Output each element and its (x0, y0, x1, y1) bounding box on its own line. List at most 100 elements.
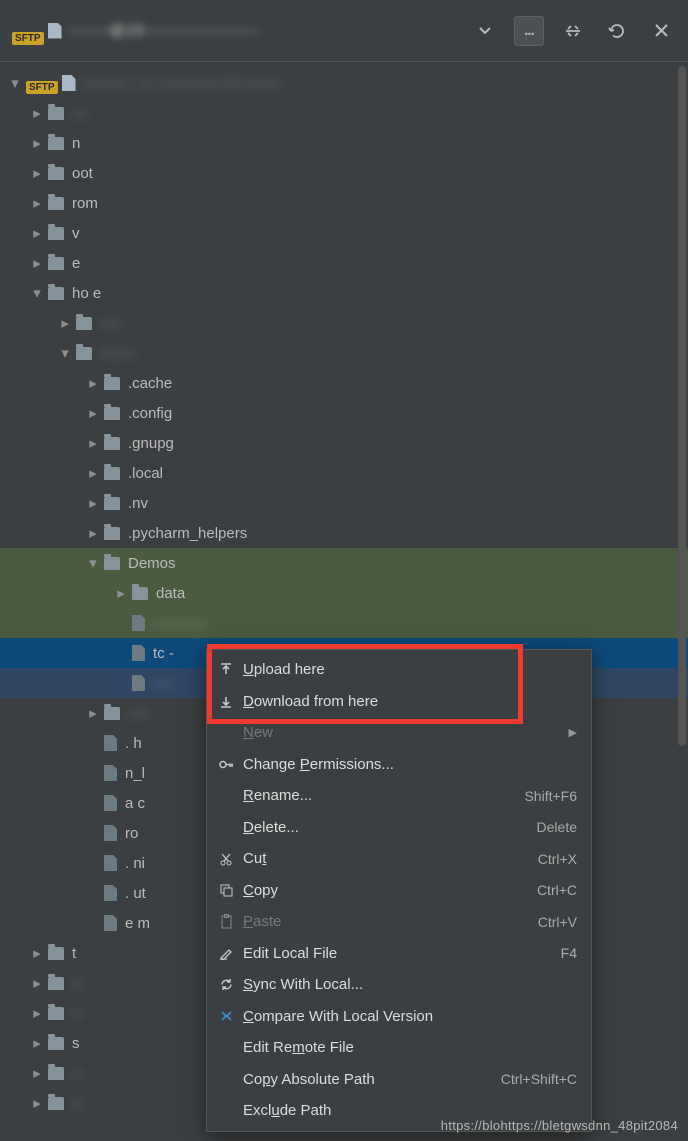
tree-row[interactable]: ▾------- (0, 338, 688, 368)
tree-row[interactable]: ▾ Demos (0, 548, 688, 578)
chevron-down-icon[interactable]: ▾ (58, 344, 72, 362)
file-icon (104, 915, 117, 931)
tree-item-label: s (72, 1035, 80, 1052)
menu-item-edit-remote-file[interactable]: Edit Remote File (207, 1032, 591, 1064)
chevron-right-icon[interactable]: ▸ (86, 494, 100, 512)
chevron-right-icon[interactable]: ▸ (30, 1064, 44, 1082)
sftp-badge: SFTP (12, 32, 44, 45)
tree-row[interactable]: ▸v (0, 218, 688, 248)
menu-item-delete[interactable]: Delete...Delete (207, 812, 591, 844)
menu-item-download-from-here[interactable]: Download from here (207, 686, 591, 718)
refresh-icon[interactable] (602, 16, 632, 46)
sync-icon (215, 977, 237, 992)
chevron-right-icon[interactable]: ▸ (30, 254, 44, 272)
file-icon (132, 615, 145, 631)
tree-row[interactable]: ▸ data (0, 578, 688, 608)
chevron-right-icon[interactable]: ▸ (30, 944, 44, 962)
tree-row[interactable]: ▸--- (0, 98, 688, 128)
chevron-right-icon[interactable]: ▸ (30, 1034, 44, 1052)
file-icon (104, 825, 117, 841)
tree-item-label: Demos (128, 555, 176, 572)
tree-row[interactable]: ▾ ho e (0, 278, 688, 308)
edit-icon (215, 946, 237, 960)
tree-row[interactable]: ▸---- (0, 308, 688, 338)
menu-label: Upload here (243, 661, 577, 678)
chevron-right-icon: ▸ (86, 794, 100, 812)
folder-icon (48, 1067, 64, 1080)
chevron-right-icon: ▸ (86, 734, 100, 752)
tree-row[interactable]: ▸e (0, 248, 688, 278)
chevron-right-icon[interactable]: ▸ (30, 164, 44, 182)
tree-item-label: . ut (125, 885, 146, 902)
compare-icon (215, 1009, 237, 1024)
chevron-right-icon[interactable]: ▸ (30, 194, 44, 212)
menu-item-upload-here[interactable]: Upload here (207, 654, 591, 686)
file-icon (104, 885, 117, 901)
chevron-right-icon[interactable]: ▸ (86, 524, 100, 542)
chevron-right-icon[interactable]: ▸ (30, 974, 44, 992)
chevron-right-icon[interactable]: ▸ (86, 374, 100, 392)
tree-item-label: ho e (72, 285, 101, 302)
tree-row[interactable]: ▸rom (0, 188, 688, 218)
chevron-right-icon[interactable]: ▸ (30, 224, 44, 242)
menu-item-rename[interactable]: Rename...Shift+F6 (207, 780, 591, 812)
menu-item-copy[interactable]: CopyCtrl+C (207, 875, 591, 907)
tree-row[interactable]: ▸.config (0, 398, 688, 428)
close-icon[interactable] (646, 16, 676, 46)
key-icon (215, 759, 237, 770)
menu-item-copy-absolute-path[interactable]: Copy Absolute PathCtrl+Shift+C (207, 1064, 591, 1096)
folder-icon (104, 497, 120, 510)
tree-item-label: -- (72, 1005, 82, 1022)
chevron-right-icon[interactable]: ▸ (86, 464, 100, 482)
tree-row[interactable]: ▸.pycharm_helpers (0, 518, 688, 548)
folder-icon (48, 197, 64, 210)
chevron-right-icon[interactable]: ▸ (30, 1004, 44, 1022)
watermark: https://blohttps://bletgwsdnn_48pit2084 (441, 1118, 678, 1133)
chevron-right-icon[interactable]: ▸ (30, 134, 44, 152)
menu-item-compare-with-local-version[interactable]: Compare With Local Version (207, 1001, 591, 1033)
folder-icon (48, 227, 64, 240)
scrollbar[interactable] (678, 66, 686, 746)
menu-item-sync-with-local[interactable]: Sync With Local... (207, 969, 591, 1001)
chevron-right-icon[interactable]: ▸ (30, 104, 44, 122)
tree-item-label: data (156, 585, 185, 602)
chevron-down-icon[interactable]: ▾ (8, 74, 22, 92)
tree-row[interactable]: ▸oot (0, 158, 688, 188)
folder-icon (104, 467, 120, 480)
chevron-right-icon[interactable]: ▸ (86, 404, 100, 422)
chevron-right-icon[interactable]: ▸ (58, 314, 72, 332)
menu-shortcut: F4 (561, 945, 577, 961)
menu-shortcut: Ctrl+C (537, 882, 577, 898)
dropdown-icon[interactable] (470, 16, 500, 46)
tree-root-row[interactable]: ▾ SFTP --------- : --- -------------- / … (0, 68, 688, 98)
folder-icon (76, 317, 92, 330)
menu-item-edit-local-file[interactable]: Edit Local FileF4 (207, 938, 591, 970)
chevron-right-icon[interactable]: ▸ (86, 704, 100, 722)
chevron-down-icon[interactable]: ▾ (30, 284, 44, 302)
menu-shortcut: Delete (537, 819, 577, 835)
chevron-right-icon[interactable]: ▸ (30, 1094, 44, 1112)
file-icon (104, 735, 117, 751)
folder-icon (104, 377, 120, 390)
tree-row[interactable]: ▸.gnupg (0, 428, 688, 458)
menu-item-cut[interactable]: CutCtrl+X (207, 843, 591, 875)
tree-row[interactable]: ▸.nv (0, 488, 688, 518)
tree-row[interactable]: ▸n (0, 128, 688, 158)
split-icon[interactable] (558, 16, 588, 46)
tree-item-label: v (72, 225, 80, 242)
chevron-right-icon[interactable]: ▸ (86, 434, 100, 452)
menu-item-change-permissions[interactable]: Change Permissions... (207, 749, 591, 781)
folder-icon (48, 137, 64, 150)
chevron-down-icon[interactable]: ▾ (86, 554, 100, 572)
tree-row[interactable]: ▸.cache (0, 368, 688, 398)
file-icon (132, 675, 145, 691)
file-icon (104, 765, 117, 781)
chevron-right-icon[interactable]: ▸ (114, 584, 128, 602)
chevron-right-icon: ▸ (86, 824, 100, 842)
tree-item-label: . ni (125, 855, 145, 872)
tree-row[interactable]: ▸----------- (0, 608, 688, 638)
more-button[interactable]: ... (514, 16, 544, 46)
menu-label: Delete... (243, 819, 537, 836)
tree-item-label: t (72, 945, 76, 962)
tree-row[interactable]: ▸.local (0, 458, 688, 488)
